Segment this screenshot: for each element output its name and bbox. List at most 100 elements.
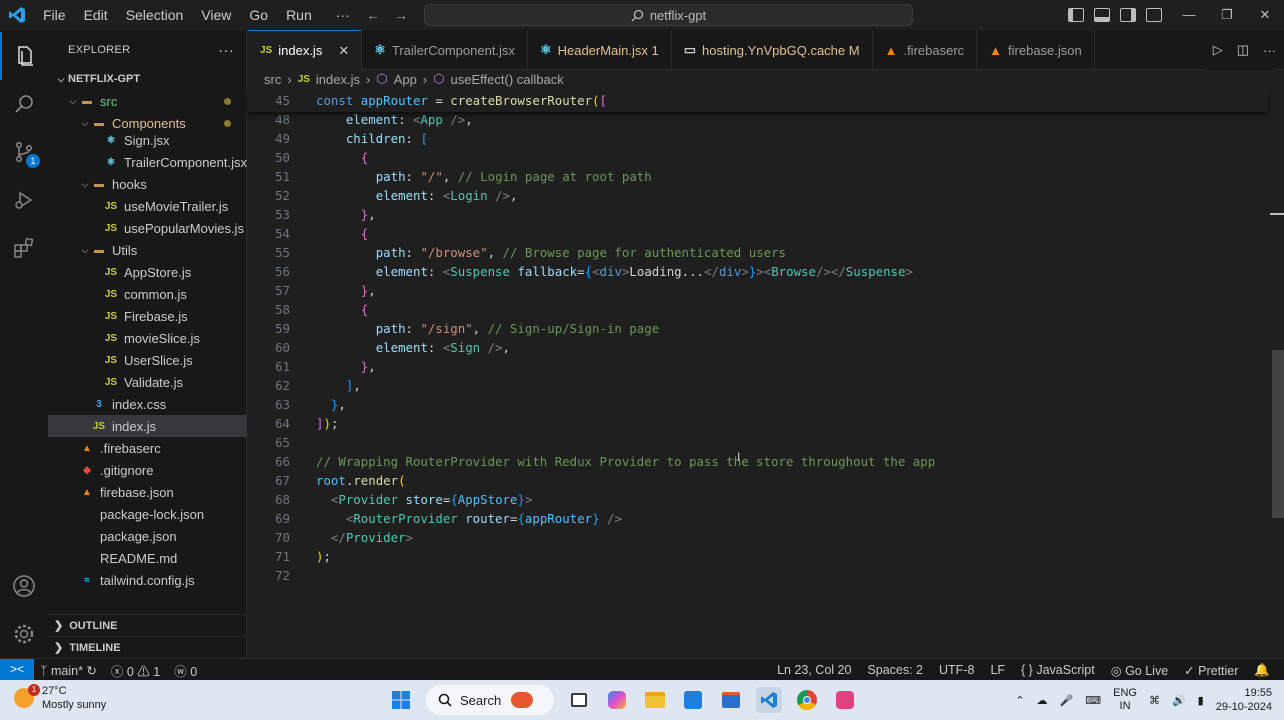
tab-trailercomponent-jsx[interactable]: ⚛ TrailerComponent.jsx: [362, 30, 528, 70]
store-app-icon[interactable]: [680, 687, 706, 713]
extensions-icon[interactable]: [0, 224, 48, 272]
copilot-icon[interactable]: [604, 687, 630, 713]
menu-go[interactable]: Go: [240, 0, 277, 30]
toggle-sidebar-icon[interactable]: [1068, 8, 1084, 22]
language-mode[interactable]: { } JavaScript: [1021, 663, 1095, 677]
notifications-bell-icon[interactable]: 🔔: [1254, 663, 1270, 678]
file-explorer-icon[interactable]: [642, 687, 668, 713]
react-icon: ⚛: [106, 156, 116, 168]
encoding[interactable]: UTF-8: [939, 663, 974, 677]
menu-run[interactable]: Run: [277, 0, 321, 30]
go-live-button[interactable]: ◎ Go Live: [1111, 663, 1168, 678]
minimize-icon[interactable]: —: [1170, 0, 1208, 30]
timeline-section[interactable]: ❯ TIMELINE: [48, 636, 247, 658]
tree-item[interactable]: ⌵ ▬ src: [48, 90, 247, 112]
tree-item[interactable]: JS common.js: [48, 283, 247, 305]
tree-item[interactable]: ▲ .firebaserc: [48, 437, 247, 459]
tree-item[interactable]: JS useMovieTrailer.js: [48, 195, 247, 217]
tree-item[interactable]: ◆ .gitignore: [48, 459, 247, 481]
tree-item[interactable]: JS usePopularMovies.js: [48, 217, 247, 239]
tree-item[interactable]: README.md: [48, 547, 247, 569]
menu-more-icon[interactable]: ···: [327, 0, 359, 30]
microphone-icon[interactable]: 🎤: [1060, 694, 1074, 707]
run-icon[interactable]: ▷: [1213, 42, 1223, 58]
forward-arrow-icon[interactable]: →: [394, 7, 408, 23]
explorer-more-icon[interactable]: ···: [218, 42, 234, 59]
toggle-secondary-sidebar-icon[interactable]: [1120, 8, 1136, 22]
taskbar-search[interactable]: Search: [426, 685, 554, 715]
accounts-icon[interactable]: [0, 562, 48, 610]
menu-selection[interactable]: Selection: [117, 0, 193, 30]
search-icon[interactable]: [0, 80, 48, 128]
weather-widget[interactable]: 1 27°C Mostly sunny: [14, 684, 106, 712]
ports-indicator[interactable]: ⓦ 0: [174, 661, 197, 680]
battery-icon[interactable]: ▮: [1198, 694, 1204, 707]
tree-item[interactable]: ▲ firebase.json: [48, 481, 247, 503]
settings-gear-icon[interactable]: [0, 610, 48, 658]
windows-start-icon[interactable]: [388, 687, 414, 713]
tree-item[interactable]: JS AppStore.js: [48, 261, 247, 283]
wifi-icon[interactable]: ⌘: [1149, 694, 1160, 707]
branch-indicator[interactable]: ᛉ main* ↻: [40, 663, 97, 678]
breadcrumb-item[interactable]: App: [394, 72, 417, 87]
command-center-search[interactable]: netflix-gpt: [424, 4, 913, 26]
breadcrumb-item[interactable]: src: [264, 72, 281, 87]
chrome-icon[interactable]: [794, 687, 820, 713]
menu-edit[interactable]: Edit: [75, 0, 117, 30]
breadcrumb-item[interactable]: index.js: [316, 72, 360, 87]
tree-item[interactable]: JS movieSlice.js: [48, 327, 247, 349]
editor-scrollbar[interactable]: [1272, 350, 1284, 518]
source-control-icon[interactable]: 1: [0, 128, 48, 176]
explorer-icon[interactable]: [0, 32, 48, 80]
customize-layout-icon[interactable]: [1146, 8, 1162, 22]
keyboard-icon[interactable]: ⌨: [1085, 694, 1101, 707]
back-arrow-icon[interactable]: ←: [366, 7, 380, 23]
prettier-status[interactable]: ✓ Prettier: [1184, 663, 1238, 678]
split-editor-icon[interactable]: ◫: [1237, 42, 1249, 58]
tree-item[interactable]: package-lock.json: [48, 503, 247, 525]
indentation[interactable]: Spaces: 2: [867, 663, 923, 677]
run-debug-icon[interactable]: [0, 176, 48, 224]
outline-section[interactable]: ❯ OUTLINE: [48, 614, 247, 636]
onedrive-icon[interactable]: ☁: [1037, 694, 1048, 707]
menu-view[interactable]: View: [192, 0, 240, 30]
breadcrumb-item[interactable]: useEffect() callback: [451, 72, 564, 87]
cursor-position[interactable]: Ln 23, Col 20: [777, 663, 851, 677]
tree-item[interactable]: ⌵ NETFLIX-GPT: [48, 68, 247, 90]
tree-item[interactable]: package.json: [48, 525, 247, 547]
menu-file[interactable]: File: [34, 0, 75, 30]
tree-item[interactable]: ⚛ TrailerComponent.jsx: [48, 151, 247, 173]
code-token: ;: [323, 549, 331, 564]
tree-item[interactable]: 3 index.css: [48, 393, 247, 415]
tab-index-js[interactable]: JS index.js ✕: [248, 30, 363, 70]
chevron-up-icon[interactable]: ⌃: [1015, 694, 1024, 707]
tab-hosting-ynvpbgq-cache[interactable]: ▭ hosting.YnVpbGQ.cache M: [672, 30, 873, 70]
tree-item[interactable]: JS index.js: [48, 415, 247, 437]
volume-icon[interactable]: 🔊: [1172, 694, 1186, 707]
remote-icon[interactable]: ><: [0, 659, 34, 681]
close-icon[interactable]: ✕: [338, 43, 349, 59]
close-window-icon[interactable]: ✕: [1246, 0, 1284, 30]
toggle-panel-icon[interactable]: [1094, 8, 1110, 22]
tree-item[interactable]: JS Firebase.js: [48, 305, 247, 327]
clock[interactable]: 19:55 29-10-2024: [1216, 686, 1272, 714]
microsoft-store-icon[interactable]: [718, 687, 744, 713]
tab-firebase-json[interactable]: ▲ firebase.json: [977, 30, 1095, 70]
tree-item[interactable]: ⌵ ▬ hooks: [48, 173, 247, 195]
tree-item[interactable]: ⚛ Sign.jsx: [48, 129, 247, 151]
tree-item[interactable]: ⌵ ▬ Utils: [48, 239, 247, 261]
vscode-taskbar-icon[interactable]: [756, 687, 782, 713]
tree-item[interactable]: JS UserSlice.js: [48, 349, 247, 371]
end-of-line[interactable]: LF: [990, 663, 1005, 677]
more-actions-icon[interactable]: ···: [1263, 43, 1276, 58]
restore-icon[interactable]: ❐: [1208, 0, 1246, 30]
task-view-icon[interactable]: [566, 687, 592, 713]
language-indicator[interactable]: ENG IN: [1113, 687, 1137, 713]
tree-item[interactable]: ≈ tailwind.config.js: [48, 569, 247, 591]
tab-headermain-jsx[interactable]: ⚛ HeaderMain.jsx 1: [528, 30, 672, 70]
snipping-tool-icon[interactable]: [832, 687, 858, 713]
problems-indicator[interactable]: ⓧ 0 ⚠ 1: [111, 661, 160, 680]
tree-item[interactable]: JS Validate.js: [48, 371, 247, 393]
code-editor[interactable]: 45 const appRouter = createBrowserRouter(…: [248, 88, 1284, 658]
tab--firebaserc[interactable]: ▲ .firebaserc: [873, 30, 978, 70]
